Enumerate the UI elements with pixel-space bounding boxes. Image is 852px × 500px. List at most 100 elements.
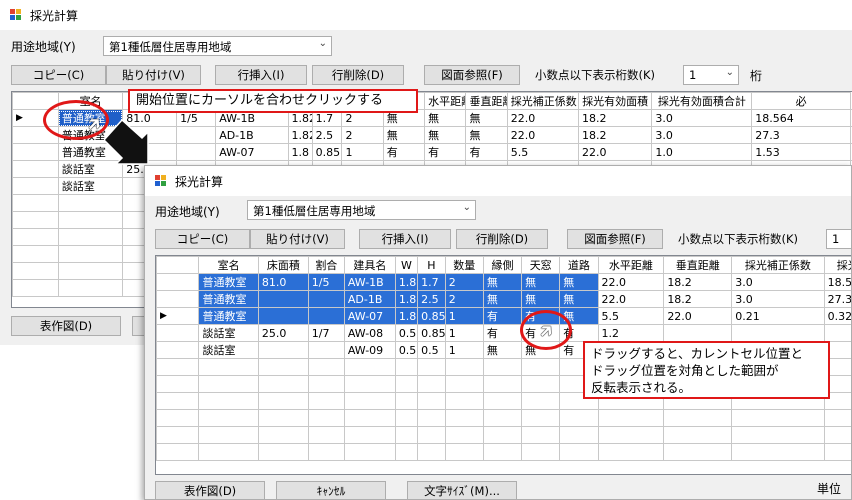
table-row[interactable]: ▶普通教室AW-071.80.851有有無5.522.00.210.3213: [156, 307, 851, 325]
grid-cell[interactable]: [731, 324, 825, 342]
grid-cell[interactable]: [394, 358, 419, 376]
grid-cell[interactable]: 1.7: [417, 273, 446, 291]
row-header[interactable]: [156, 443, 200, 461]
grid-cell[interactable]: [521, 426, 561, 444]
grid-cell[interactable]: [521, 375, 561, 393]
grid-cell[interactable]: 談話室: [198, 341, 259, 359]
table-row[interactable]: [156, 426, 851, 444]
grid-cell[interactable]: [257, 341, 309, 359]
grid-cell[interactable]: [57, 228, 124, 246]
grid-cell[interactable]: 無: [521, 273, 561, 291]
row-header[interactable]: [12, 177, 59, 195]
grid-cell[interactable]: [394, 409, 419, 427]
row-header[interactable]: [12, 143, 59, 161]
paste-button[interactable]: 貼り付け(V): [106, 65, 201, 85]
insert-row-button[interactable]: 行挿入(I): [359, 229, 451, 249]
grid-cell[interactable]: 0.5: [394, 324, 419, 342]
grid-cell[interactable]: [307, 426, 345, 444]
copy-button[interactable]: コピー(C): [155, 229, 250, 249]
grid-cell[interactable]: 2: [444, 273, 484, 291]
grid-cell[interactable]: 普通教室: [198, 307, 259, 325]
grid-cell[interactable]: [307, 290, 345, 308]
row-header[interactable]: [156, 375, 200, 393]
grid-cell[interactable]: [731, 443, 825, 461]
grid-cell[interactable]: [731, 409, 825, 427]
grid-cell[interactable]: [444, 375, 484, 393]
grid-cell[interactable]: [417, 409, 446, 427]
back-draw-button[interactable]: 表作図(D): [11, 316, 121, 336]
grid-cell[interactable]: [823, 443, 851, 461]
grid-cell[interactable]: [521, 443, 561, 461]
grid-cell[interactable]: 0.55: [394, 341, 419, 359]
grid-cell[interactable]: [482, 443, 523, 461]
grid-cell[interactable]: [343, 358, 396, 376]
grid-cell[interactable]: [394, 392, 419, 410]
grid-cell[interactable]: [176, 126, 217, 144]
grid-cell[interactable]: 3.0: [651, 126, 753, 144]
grid-cell[interactable]: [307, 358, 345, 376]
grid-cell[interactable]: 談話室: [198, 324, 259, 342]
zone-select[interactable]: 第1種低層住居専用地域 ⌄: [103, 36, 332, 56]
grid-cell[interactable]: 1.82: [287, 126, 313, 144]
row-header[interactable]: [156, 324, 200, 342]
grid-cell[interactable]: AD-1B: [343, 290, 396, 308]
grid-cell[interactable]: 18.2: [577, 109, 653, 127]
grid-cell[interactable]: 18.2: [577, 126, 653, 144]
drawing-ref-button[interactable]: 図面参照(F): [424, 65, 520, 85]
grid-cell[interactable]: 18.564: [823, 273, 851, 291]
grid-cell[interactable]: 有: [424, 143, 467, 161]
draw-button[interactable]: 表作図(D): [155, 481, 265, 499]
grid-cell[interactable]: [343, 409, 396, 427]
grid-cell[interactable]: [482, 426, 523, 444]
copy-button[interactable]: コピー(C): [11, 65, 106, 85]
grid-cell[interactable]: 2.5: [311, 126, 343, 144]
column-header[interactable]: 割合: [307, 256, 345, 274]
grid-cell[interactable]: [57, 245, 124, 263]
row-header[interactable]: [12, 194, 59, 212]
grid-cell[interactable]: [444, 392, 484, 410]
grid-cell[interactable]: [559, 409, 599, 427]
table-row[interactable]: 普通教室81.01/5AW-1B1.821.72無無無22.018.23.018…: [156, 273, 851, 291]
grid-cell[interactable]: 無: [424, 109, 467, 127]
grid-cell[interactable]: 有: [465, 143, 508, 161]
grid-cell[interactable]: [307, 341, 345, 359]
grid-cell[interactable]: AW-07: [215, 143, 289, 161]
grid-cell[interactable]: 無: [465, 109, 508, 127]
grid-cell[interactable]: [257, 290, 309, 308]
grid-cell[interactable]: AW-07: [343, 307, 396, 325]
grid-cell[interactable]: 1: [444, 341, 484, 359]
grid-cell[interactable]: [597, 409, 665, 427]
font-size-button[interactable]: 文字ｻｲｽﾞ(M)...: [407, 481, 517, 499]
grid-cell[interactable]: 無: [424, 126, 467, 144]
column-header[interactable]: 垂直距離: [663, 256, 733, 274]
column-header[interactable]: 採光有効面積合計: [651, 92, 753, 110]
row-header[interactable]: [12, 262, 59, 280]
column-header[interactable]: 垂直距離: [465, 92, 508, 110]
grid-cell[interactable]: [257, 443, 309, 461]
grid-cell[interactable]: [307, 375, 345, 393]
grid-cell[interactable]: [57, 211, 124, 229]
grid-cell[interactable]: [663, 409, 733, 427]
grid-cell[interactable]: 2.5: [417, 290, 446, 308]
grid-cell[interactable]: 無: [465, 126, 508, 144]
grid-cell[interactable]: [257, 375, 309, 393]
grid-cell[interactable]: [444, 443, 484, 461]
grid-cell[interactable]: 1.53: [751, 143, 852, 161]
grid-cell[interactable]: [343, 443, 396, 461]
grid-cell[interactable]: [257, 307, 309, 325]
grid-cell[interactable]: 1.82: [394, 290, 419, 308]
grid-cell[interactable]: 無: [382, 126, 426, 144]
grid-cell[interactable]: 18.2: [663, 273, 733, 291]
grid-cell[interactable]: 有: [482, 307, 523, 325]
grid-cell[interactable]: [57, 194, 124, 212]
grid-cell[interactable]: 22.0: [577, 143, 653, 161]
grid-cell[interactable]: 22.0: [597, 273, 665, 291]
grid-cell[interactable]: 無: [482, 273, 523, 291]
grid-cell[interactable]: [198, 443, 259, 461]
grid-cell[interactable]: [521, 358, 561, 376]
grid-cell[interactable]: [198, 409, 259, 427]
grid-cell[interactable]: 5.5: [597, 307, 665, 325]
grid-cell[interactable]: AW-1B: [343, 273, 396, 291]
grid-cell[interactable]: [482, 375, 523, 393]
column-header[interactable]: 床面積: [257, 256, 309, 274]
